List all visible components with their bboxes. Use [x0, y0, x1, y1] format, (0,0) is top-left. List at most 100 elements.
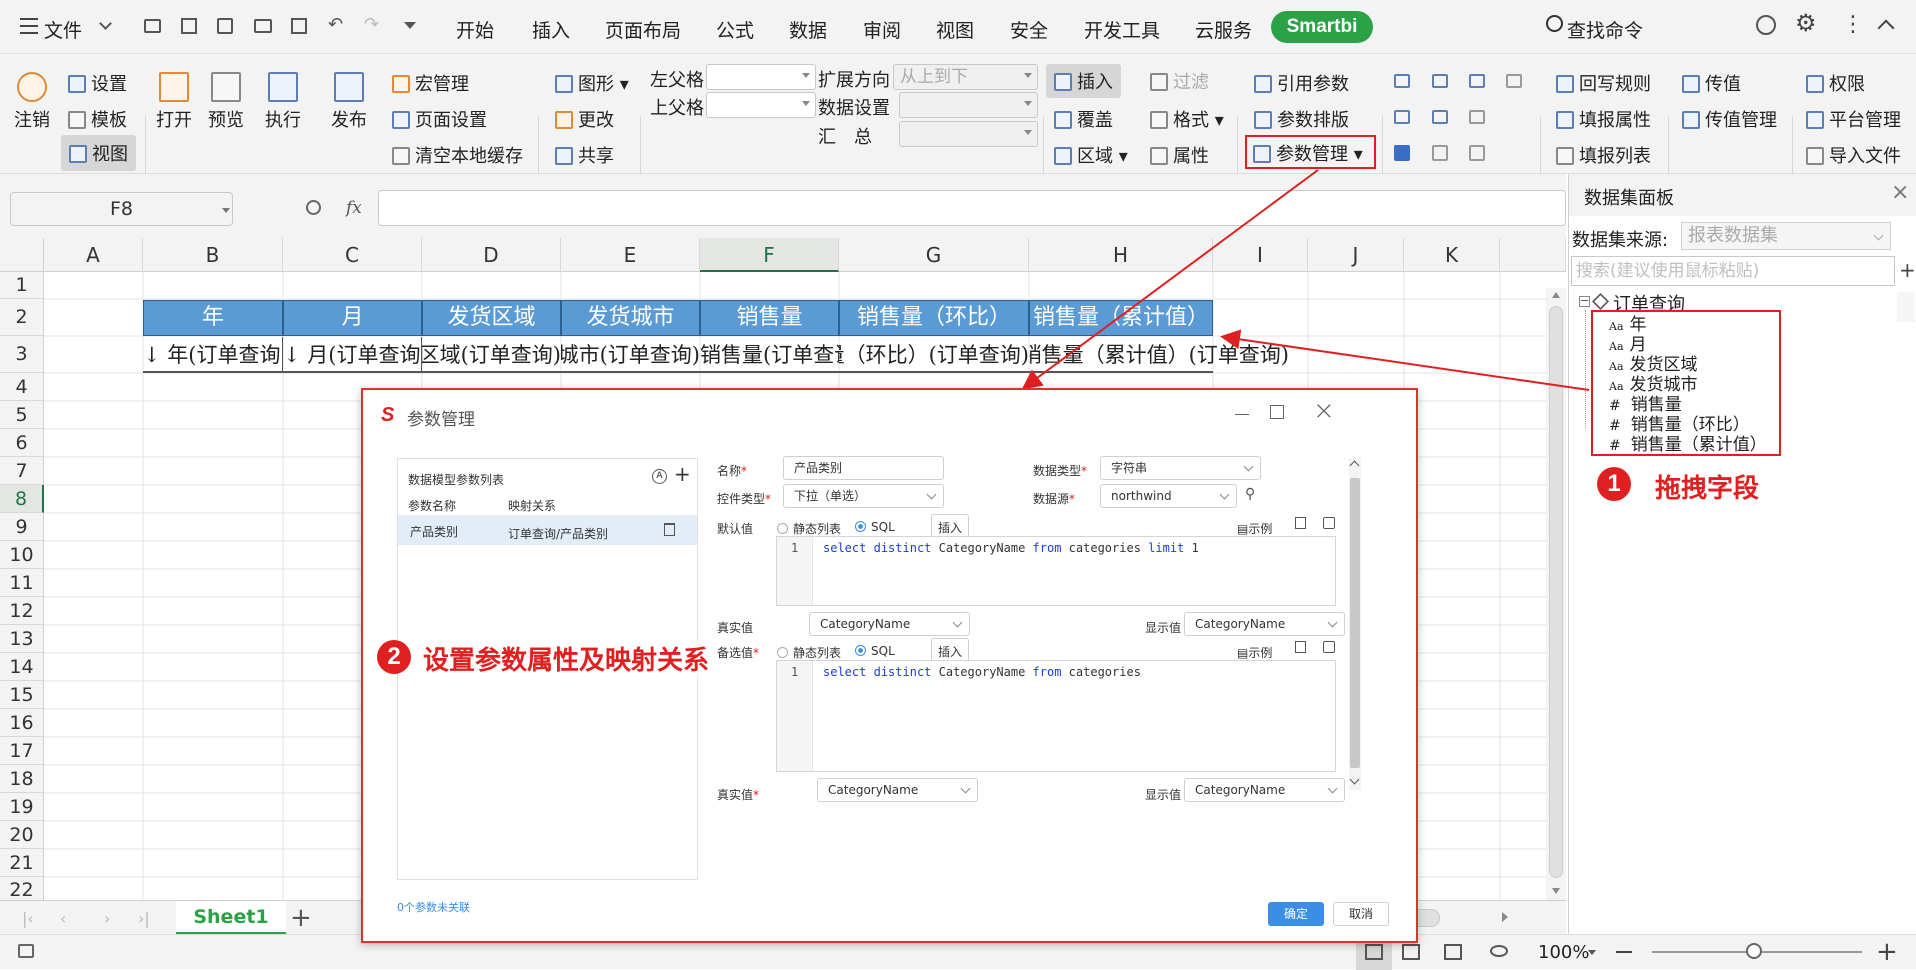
- clear-cache-button[interactable]: 清空本地缓存: [392, 142, 523, 168]
- insert-button[interactable]: 插入: [1046, 64, 1121, 98]
- field-search-input[interactable]: 搜索(建议使用鼠标粘贴): [1571, 256, 1895, 286]
- small-tool-icon[interactable]: [1394, 74, 1410, 88]
- top-parent-select[interactable]: [706, 92, 816, 118]
- candidate-sql-radio[interactable]: SQL: [855, 644, 895, 658]
- macro-manage-button[interactable]: 宏管理: [392, 70, 469, 96]
- default-display-value-select[interactable]: CategoryName: [1184, 612, 1345, 636]
- copy-icon[interactable]: [1295, 641, 1306, 653]
- row-header[interactable]: 18: [0, 765, 44, 793]
- sheet-tab[interactable]: Sheet1: [176, 901, 286, 935]
- add-sheet-icon[interactable]: +: [290, 903, 312, 933]
- header-cell-sales[interactable]: 销售量: [700, 300, 839, 336]
- row-header[interactable]: 16: [0, 709, 44, 737]
- tab-formula[interactable]: 公式: [716, 16, 754, 43]
- zoom-search-icon[interactable]: [306, 200, 321, 215]
- candidate-static-list-radio[interactable]: 静态列表: [777, 644, 841, 661]
- field-cell-sales-cumulative[interactable]: 销售量（累计值）(订单查询): [1029, 337, 1289, 373]
- small-tool-icon[interactable]: [1469, 110, 1485, 124]
- print-icon[interactable]: [254, 19, 272, 33]
- select-all-corner[interactable]: [0, 238, 44, 272]
- field-cell-city[interactable]: 发货城市(订单查询): [561, 337, 700, 373]
- column-header[interactable]: D: [422, 238, 561, 272]
- row-header[interactable]: 14: [0, 653, 44, 681]
- column-header[interactable]: K: [1404, 238, 1500, 272]
- open-button[interactable]: 打开: [156, 72, 192, 132]
- tab-developer-tools[interactable]: 开发工具: [1084, 16, 1160, 43]
- expand-direction-select[interactable]: 从上到下: [893, 64, 1038, 90]
- gear-icon[interactable]: ⚙: [1795, 9, 1817, 37]
- tab-security[interactable]: 安全: [1010, 16, 1048, 43]
- writeback-rule-button[interactable]: 回写规则: [1556, 70, 1651, 96]
- close-icon[interactable]: ×: [1891, 180, 1909, 205]
- scroll-thumb[interactable]: [1350, 478, 1360, 768]
- row-header[interactable]: 1: [0, 272, 44, 299]
- chevron-down-icon[interactable]: [99, 17, 112, 30]
- import-file-button[interactable]: 导入文件: [1806, 142, 1916, 168]
- candidate-display-value-select[interactable]: CategoryName: [1184, 778, 1345, 802]
- header-cell-sales-mom[interactable]: 销售量（环比）: [839, 300, 1029, 336]
- redo-icon[interactable]: ↷: [364, 14, 379, 35]
- ref-param-button[interactable]: 引用参数: [1254, 70, 1349, 96]
- cancel-button[interactable]: 取消: [1333, 902, 1389, 926]
- print-preview-icon[interactable]: [291, 18, 307, 34]
- trash-icon[interactable]: [664, 523, 675, 536]
- platform-manage-button[interactable]: 平台管理: [1806, 106, 1916, 132]
- default-static-list-radio[interactable]: 静态列表: [777, 520, 841, 537]
- scroll-right-icon[interactable]: [1502, 912, 1508, 922]
- row-header-selected[interactable]: 8: [0, 485, 44, 513]
- param-layout-button[interactable]: 参数排版: [1254, 106, 1349, 132]
- property-button[interactable]: 属性: [1150, 142, 1209, 168]
- undo-icon[interactable]: ↶: [328, 14, 343, 35]
- row-header[interactable]: 21: [0, 849, 44, 877]
- row-header[interactable]: 10: [0, 541, 44, 569]
- format-button[interactable]: 格式 ▾: [1150, 106, 1224, 132]
- column-header[interactable]: C: [283, 238, 422, 272]
- page-break-view-icon[interactable]: [1402, 944, 1420, 960]
- first-sheet-icon[interactable]: |‹: [22, 909, 34, 928]
- zoom-out-icon[interactable]: [1616, 951, 1632, 953]
- hamburger-menu-icon[interactable]: [20, 18, 38, 34]
- row-header[interactable]: 12: [0, 597, 44, 625]
- small-tool-icon[interactable]: [1469, 145, 1485, 161]
- preview-icon[interactable]: [1323, 517, 1335, 529]
- header-cell-sales-cumulative[interactable]: 销售量（累计值）: [1029, 300, 1213, 336]
- feedback-icon[interactable]: [1756, 15, 1776, 35]
- overwrite-button[interactable]: 覆盖: [1054, 106, 1113, 132]
- small-tool-icon[interactable]: [1432, 145, 1448, 161]
- preview-icon[interactable]: [1323, 641, 1335, 653]
- column-header[interactable]: E: [561, 238, 700, 272]
- candidate-true-value-select[interactable]: CategoryName: [817, 778, 978, 802]
- header-cell-region[interactable]: 发货区域: [422, 300, 561, 336]
- source-select[interactable]: 报表数据集: [1681, 222, 1891, 250]
- param-row[interactable]: 产品类别 订单查询/产品类别: [398, 515, 697, 545]
- shape-button[interactable]: 图形 ▾: [555, 70, 629, 96]
- row-header[interactable]: 4: [0, 373, 44, 401]
- header-cell-year[interactable]: 年: [143, 300, 283, 336]
- formula-input[interactable]: [378, 190, 1566, 226]
- tab-insert[interactable]: 插入: [532, 16, 570, 43]
- tab-page-layout[interactable]: 页面布局: [605, 16, 681, 43]
- search-icon[interactable]: [1546, 15, 1563, 32]
- field-cell-sales-mom[interactable]: 销售量（环比）(订单查询): [839, 337, 1029, 373]
- scroll-down-icon[interactable]: [1552, 888, 1560, 894]
- pass-value-button[interactable]: 传值: [1682, 70, 1741, 96]
- row-header[interactable]: 20: [0, 821, 44, 849]
- name-input[interactable]: 产品类别: [783, 456, 944, 480]
- fx-label[interactable]: fx: [346, 198, 362, 218]
- row-header[interactable]: 19: [0, 793, 44, 821]
- fill-property-button[interactable]: 填报属性: [1556, 106, 1651, 132]
- view-button[interactable]: 视图: [61, 135, 136, 171]
- column-header[interactable]: H: [1029, 238, 1213, 272]
- header-cell-month[interactable]: 月: [283, 300, 422, 336]
- template-button[interactable]: 模板: [68, 106, 127, 132]
- export-pdf-icon[interactable]: [217, 18, 233, 34]
- column-header[interactable]: A: [44, 238, 143, 272]
- header-cell-city[interactable]: 发货城市: [561, 300, 700, 336]
- settings-button[interactable]: 设置: [68, 70, 127, 96]
- field-cell-month[interactable]: ↓ 月(订单查询): [283, 337, 422, 373]
- pass-value-manage-button[interactable]: 传值管理: [1682, 106, 1777, 132]
- copy-icon[interactable]: [1295, 517, 1306, 529]
- small-tool-icon[interactable]: [1432, 74, 1448, 88]
- prev-sheet-icon[interactable]: ‹: [60, 909, 66, 928]
- field-cell-region[interactable]: 发货区域(订单查询): [422, 337, 561, 373]
